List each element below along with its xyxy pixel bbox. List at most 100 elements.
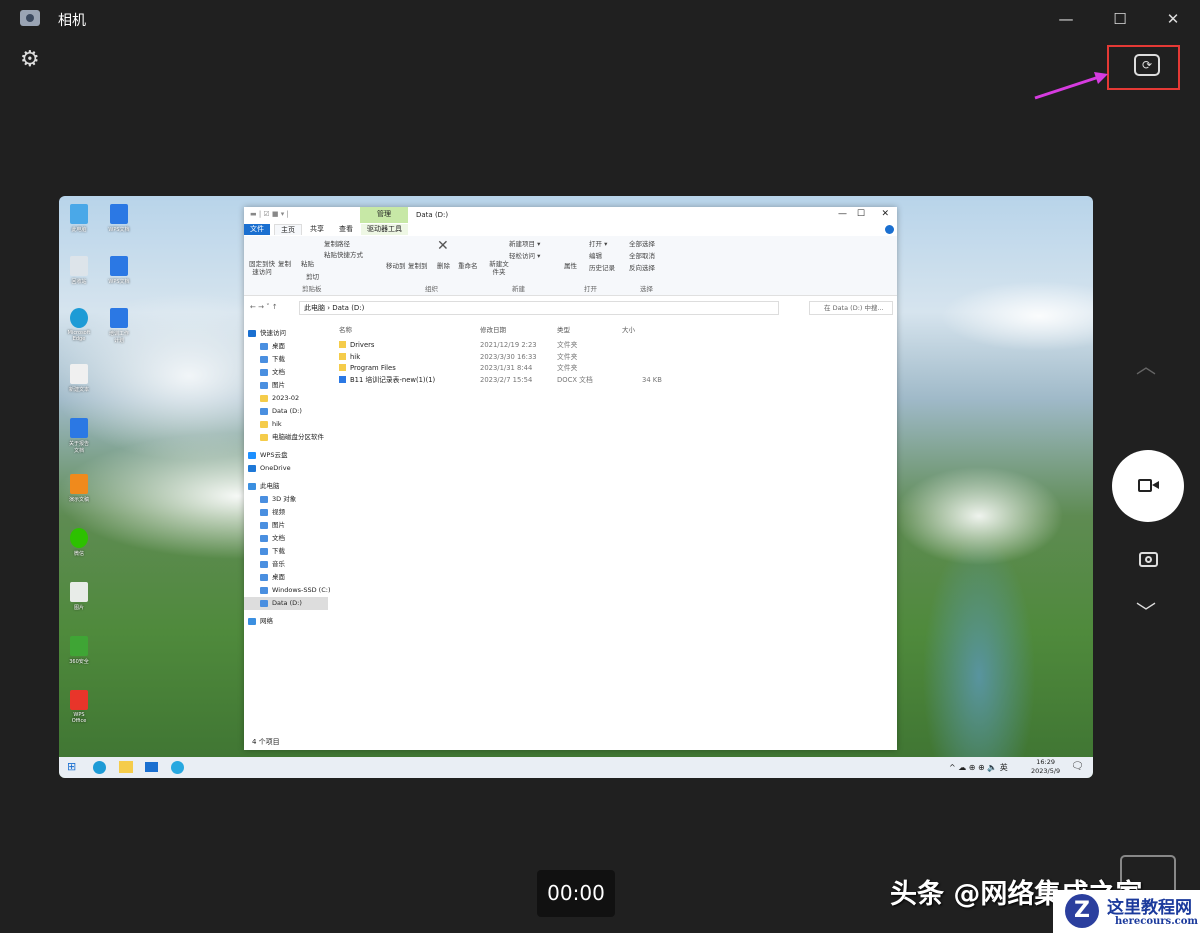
desktop-icon[interactable]: 回收站 [67,256,91,285]
notification-icon[interactable]: 🗨 [1071,761,1084,772]
column-header-name[interactable]: 名称 [339,324,352,334]
nav-item[interactable]: 音乐 [244,558,328,571]
edge-icon[interactable] [93,761,106,774]
new-item-button[interactable]: 新建项目 ▾ [509,240,540,248]
nav-item-icon [248,483,256,490]
nav-item[interactable]: Windows-SSD (C:) [244,584,330,597]
nav-item[interactable]: 图片 [244,519,328,532]
invert-selection-button[interactable]: 反向选择 [629,264,655,272]
annotation-arrow [1034,72,1108,100]
pin-button[interactable]: 固定到快速访问 [247,260,277,276]
minimize-button[interactable]: — [838,209,847,219]
help-icon[interactable] [885,225,894,234]
copy-path-button[interactable]: 复制路径 [324,240,350,248]
address-bar[interactable]: 此电脑 › Data (D:) [299,301,779,315]
start-button[interactable]: ⊞ [67,760,76,773]
new-folder-button[interactable]: 新建文件夹 [488,260,510,276]
move-to-button[interactable]: 移动到 [386,262,406,270]
file-explorer-window: ▬ | ☑ ■ ▾ | 管理 Data (D:) — ☐ ✕ 文件 主页 共享 … [244,207,897,750]
nav-item[interactable]: 2023-02 [244,392,328,405]
desktop-icon[interactable]: 微信 [67,528,91,557]
desktop-icon[interactable]: 图片 [67,582,91,611]
select-all-button[interactable]: 全部选择 [629,240,655,248]
desktop-icon[interactable]: 此电脑 [67,204,91,233]
video-mode-button[interactable] [1112,450,1184,522]
edit-button[interactable]: 编辑 [589,252,602,260]
column-header-size[interactable]: 大小 [622,324,635,334]
desktop-icon[interactable]: WPS Office [67,690,91,724]
nav-item[interactable]: 电脑磁盘分区软件 [244,431,328,444]
nav-item[interactable]: OneDrive [244,462,328,475]
clock[interactable]: 16:29 2023/5/9 [1031,758,1060,776]
copy-to-button[interactable]: 复制到 [408,262,428,270]
desktop-icon[interactable]: 新建文本 [67,364,91,393]
browser-icon[interactable] [171,761,184,774]
nav-item[interactable]: 3D 对象 [244,493,328,506]
chevron-down-icon[interactable]: ﹀ [1136,596,1156,625]
photo-mode-button[interactable] [1139,552,1158,567]
search-input[interactable]: 在 Data (D:) 中搜... [809,301,893,315]
file-row[interactable]: Drivers 2021/12/19 2:23 文件夹 [339,340,669,351]
system-tray[interactable]: ^ ☁ ⊕ ⊕ 🔈 英 [949,762,1008,773]
switch-camera-button[interactable]: ⟳ [1134,54,1160,76]
nav-arrows[interactable]: ← → ˅ ↑ [250,303,278,311]
maximize-button[interactable]: ☐ [857,209,865,219]
rename-button[interactable]: 重命名 [458,262,478,270]
mail-icon[interactable] [145,762,158,772]
select-none-button[interactable]: 全部取消 [629,252,655,260]
nav-item[interactable]: 桌面 [244,340,328,353]
properties-button[interactable]: 属性 [564,262,577,270]
tab-share[interactable]: 共享 [304,224,330,235]
nav-item[interactable]: Data (D:) [244,597,328,610]
desktop-icon[interactable]: 培训工作计划 [107,308,131,344]
maximize-button[interactable]: ☐ [1109,8,1131,30]
file-row[interactable]: Program Files 2023/1/31 8:44 文件夹 [339,363,669,374]
file-type: DOCX 文档 [557,375,593,384]
history-button[interactable]: 历史记录 [589,264,615,272]
desktop-icon[interactable]: 360安全 [67,636,91,665]
tab-manage[interactable]: 管理 [360,207,408,223]
nav-item[interactable]: 文档 [244,532,328,545]
nav-item[interactable]: 下载 [244,353,328,366]
paste-button[interactable]: 粘贴 [301,260,314,268]
nav-item[interactable]: 快速访问 [244,327,328,340]
tab-file[interactable]: 文件 [244,224,270,235]
nav-item[interactable]: 文档 [244,366,328,379]
paste-shortcut-button[interactable]: 粘贴快捷方式 [324,251,363,259]
chevron-up-icon[interactable]: ︿ [1136,350,1156,379]
column-header-type[interactable]: 类型 [557,324,570,334]
copy-button[interactable]: 复制 [278,260,291,268]
nav-item[interactable]: 下载 [244,545,328,558]
group-clipboard: 剪贴板 [302,285,322,293]
nav-item[interactable]: 网络 [244,615,328,628]
open-button[interactable]: 打开 ▾ [589,240,607,248]
tab-view[interactable]: 查看 [333,224,359,235]
nav-item[interactable]: Data (D:) [244,405,328,418]
folder-icon [339,341,346,348]
close-button[interactable]: ✕ [881,209,889,219]
settings-gear-icon[interactable]: ⚙ [20,47,40,72]
close-button[interactable]: ✕ [1162,8,1184,30]
easy-access-button[interactable]: 轻松访问 ▾ [509,252,540,260]
nav-item[interactable]: 视频 [244,506,328,519]
nav-item[interactable]: 桌面 [244,571,328,584]
minimize-button[interactable]: — [1055,8,1077,30]
desktop-icon[interactable]: WPS文档 [107,204,131,233]
nav-item[interactable]: 此电脑 [244,480,328,493]
delete-button[interactable]: 删除 [437,262,450,270]
explorer-icon[interactable] [119,761,133,773]
desktop-icon[interactable]: 演示文稿 [67,474,91,503]
quick-access-toolbar[interactable]: ▬ | ☑ ■ ▾ | [250,210,289,218]
nav-item[interactable]: WPS云盘 [244,449,328,462]
nav-item[interactable]: hik [244,418,328,431]
column-header-date[interactable]: 修改日期 [480,324,506,334]
tab-drive-tools[interactable]: 驱动器工具 [361,224,408,235]
cut-button[interactable]: 剪切 [306,273,319,281]
file-row[interactable]: hik 2023/3/30 16:33 文件夹 [339,352,669,363]
nav-item[interactable]: 图片 [244,379,328,392]
desktop-icon[interactable]: 关于报告文档 [67,418,91,454]
desktop-icon[interactable]: Microsoft Edge [67,308,91,342]
file-row[interactable]: B11 培训记录表-new(1)(1) 2023/2/7 15:54 DOCX … [339,375,669,386]
desktop-icon[interactable]: WPS文档 [107,256,131,285]
tab-home[interactable]: 主页 [274,224,302,235]
